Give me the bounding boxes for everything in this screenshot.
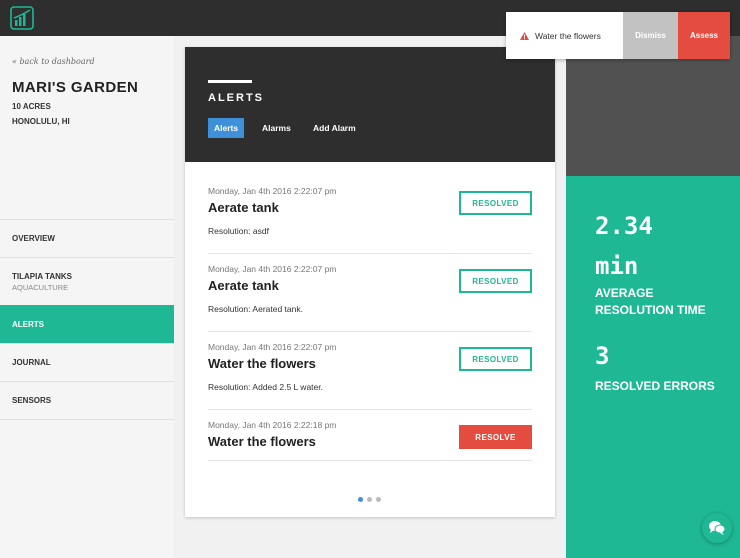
garden-acres: 10 ACRES [12,102,51,111]
alert-timestamp: Monday, Jan 4th 2016 2:22:18 pm [208,420,337,430]
alert-resolution: Resolution: Added 2.5 L water. [208,382,323,392]
avg-resolution-time-label: AVERAGE RESOLUTION TIME [595,285,706,319]
avg-resolution-time-unit: min [595,252,639,280]
sidebar: « back to dashboard MARI'S GARDEN 10 ACR… [0,36,174,558]
alert-resolution: Resolution: asdf [208,226,269,236]
stat-label-line: RESOLUTION TIME [595,303,706,317]
alerts-card-header: ALERTS Alerts Alarms Add Alarm [185,47,555,162]
tab-alerts[interactable]: Alerts [208,118,245,138]
pagination-dot[interactable] [376,497,381,502]
sidebar-nav: OVERVIEW TILAPIA TANKS AQUACULTURE ALERT… [0,219,174,420]
chat-bubbles-icon [709,521,726,535]
sidebar-item-sublabel: AQUACULTURE [12,282,69,292]
assess-button[interactable]: Assess [678,12,730,59]
sidebar-item-alerts[interactable]: ALERTS [0,305,174,343]
alert-name: Aerate tank [208,278,279,293]
alert-timestamp: Monday, Jan 4th 2016 2:22:07 pm [208,342,337,352]
avg-resolution-time-value: 2.34 [595,212,653,240]
resolved-button[interactable]: RESOLVED [459,269,532,293]
garden-location: HONOLULU, HI [12,117,70,126]
notification-toast: Water the flowers Dismiss Assess [506,12,730,59]
resolved-button[interactable]: RESOLVED [459,347,532,371]
stats-panel-body: 2.34 min AVERAGE RESOLUTION TIME 3 RESOL… [566,176,740,558]
chat-button[interactable] [702,513,732,543]
sidebar-item-sensors[interactable]: SENSORS [0,381,174,419]
pagination-dot[interactable] [367,497,372,502]
stats-panel: 2.34 min AVERAGE RESOLUTION TIME 3 RESOL… [566,36,740,558]
alert-item: Monday, Jan 4th 2016 2:22:07 pm Aerate t… [208,264,532,332]
resolved-errors-label: RESOLVED ERRORS [595,379,715,393]
alerts-title: ALERTS [208,92,264,104]
tab-alarms[interactable]: Alarms [256,118,297,138]
alert-item: Monday, Jan 4th 2016 2:22:18 pm Water th… [208,420,532,461]
divider [0,419,174,420]
resolved-errors-count: 3 [595,342,610,370]
pagination-dots [358,497,381,502]
sidebar-item-label: SENSORS [12,396,52,405]
alert-name: Aerate tank [208,200,279,215]
sidebar-item-tilapia-tanks[interactable]: TILAPIA TANKS AQUACULTURE [0,257,174,305]
growth-chart-logo-icon[interactable] [10,6,34,30]
warning-icon [520,31,529,40]
sidebar-item-journal[interactable]: JOURNAL [0,343,174,381]
tab-add-alarm[interactable]: Add Alarm [307,118,362,138]
title-accent-bar [208,80,252,83]
alert-timestamp: Monday, Jan 4th 2016 2:22:07 pm [208,186,337,196]
pagination-dot[interactable] [358,497,363,502]
dismiss-button[interactable]: Dismiss [623,12,678,59]
garden-title: MARI'S GARDEN [12,79,139,96]
sidebar-item-label: ALERTS [12,320,44,329]
sidebar-item-overview[interactable]: OVERVIEW [0,219,174,257]
alert-name: Water the flowers [208,434,316,449]
alerts-card: ALERTS Alerts Alarms Add Alarm Monday, J… [185,47,555,517]
sidebar-item-label: OVERVIEW [12,234,55,243]
sidebar-item-label: TILAPIA TANKS [12,271,72,281]
back-to-dashboard-link[interactable]: « back to dashboard [12,57,95,66]
resolve-button[interactable]: RESOLVE [459,425,532,449]
resolved-button[interactable]: RESOLVED [459,191,532,215]
alert-name: Water the flowers [208,356,316,371]
notification-text: Water the flowers [535,30,601,41]
stat-label-line: AVERAGE [595,286,654,300]
alert-resolution: Resolution: Aerated tank. [208,304,303,314]
alert-item: Monday, Jan 4th 2016 2:22:07 pm Water th… [208,342,532,410]
sidebar-item-label: JOURNAL [12,358,51,367]
notification-message: Water the flowers [506,12,623,59]
alert-item: Monday, Jan 4th 2016 2:22:07 pm Aerate t… [208,186,532,254]
alert-timestamp: Monday, Jan 4th 2016 2:22:07 pm [208,264,337,274]
